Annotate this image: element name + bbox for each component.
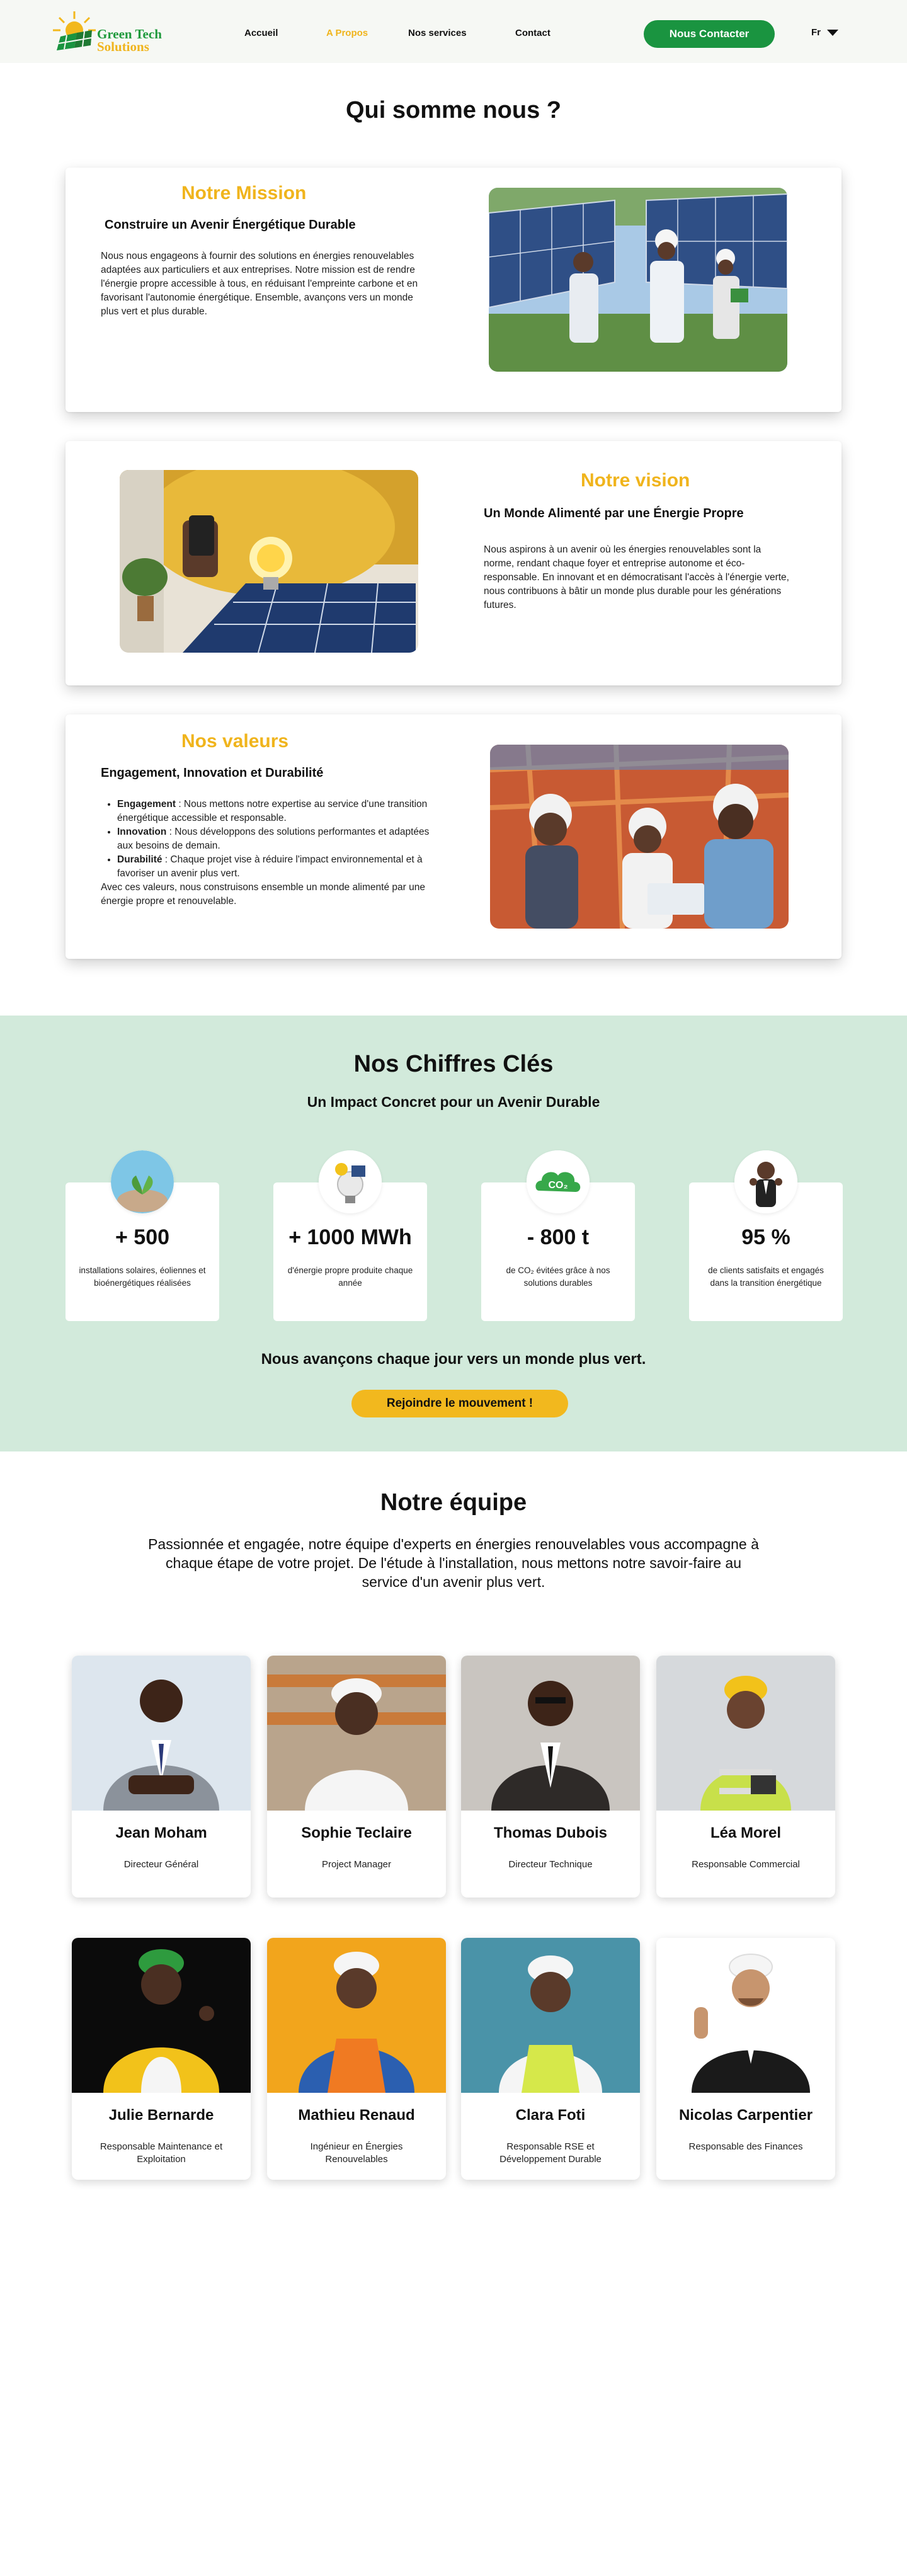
values-card: Nos valeurs Engagement, Innovation et Du…	[66, 714, 841, 959]
stat-description: de clients satisfaits et engagés dans la…	[708, 1266, 824, 1288]
stat-value: 95 %	[741, 1225, 790, 1249]
language-label: Fr	[811, 27, 821, 38]
member-name: Léa Morel	[710, 1824, 782, 1841]
member-role: Responsable Commercial	[692, 1859, 800, 1870]
values-subheading: Engagement, Innovation et Durabilité	[101, 766, 324, 780]
value-item: Innovation : Nous développons des soluti…	[117, 825, 447, 853]
member-role: Project Manager	[321, 1859, 392, 1870]
stat-description: d'énergie propre produite chaque année	[287, 1266, 413, 1288]
team-member-card[interactable]: Léa Morel Responsable Commercial	[656, 1656, 835, 1898]
member-role: Directeur Général	[123, 1859, 199, 1870]
vision-text: Nous aspirons à un avenir où les énergie…	[484, 544, 789, 610]
mission-heading: Notre Mission	[181, 183, 307, 203]
team-member-card[interactable]: Sophie Teclaire Project Manager	[267, 1656, 446, 1898]
logo-line-2: Solutions	[97, 39, 149, 54]
page-title: Qui somme nous ?	[345, 97, 562, 123]
member-photo	[267, 1656, 446, 1811]
team-member-card[interactable]: Julie Bernarde Responsable Maintenance e…	[72, 1938, 251, 2180]
member-role: Ingénieur en Énergies Renouvelables	[310, 2141, 403, 2165]
member-name: Clara Foti	[515, 2107, 586, 2124]
member-role: Directeur Technique	[508, 1859, 593, 1870]
nav-a-propos[interactable]: A Propos	[326, 28, 368, 38]
logo-line-1: Green Tech	[97, 26, 162, 42]
member-photo	[461, 1938, 640, 2093]
values-list-block: Engagement : Nous mettons notre expertis…	[101, 798, 447, 908]
mission-text: Nous nous engageons à fournir des soluti…	[101, 251, 418, 317]
bulb-solar-image	[120, 470, 418, 653]
member-name: Nicolas Carpentier	[678, 2107, 813, 2124]
team-member-card[interactable]: Thomas Dubois Directeur Technique	[461, 1656, 640, 1898]
stats-tagline: Nous avançons chaque jour vers un monde …	[261, 1351, 646, 1368]
value-item: Durabilité : Chaque projet vise à réduir…	[117, 853, 447, 881]
values-heading: Nos valeurs	[181, 731, 289, 752]
mission-photo	[489, 188, 787, 372]
vision-subheading: Un Monde Alimenté par une Énergie Propre	[484, 507, 744, 520]
solar-bulb-icon	[319, 1150, 382, 1213]
nav-accueil[interactable]: Accueil	[244, 28, 278, 38]
member-role: Responsable des Finances	[688, 2141, 803, 2152]
mission-subheading: Construire un Avenir Énergétique Durable	[105, 218, 356, 232]
member-photo	[267, 1938, 446, 2093]
value-item: Engagement : Nous mettons notre expertis…	[117, 798, 447, 825]
member-photo	[72, 1656, 251, 1811]
values-photo	[490, 745, 789, 929]
member-name: Sophie Teclaire	[301, 1824, 412, 1841]
vision-card: Notre vision Un Monde Alimenté par une É…	[66, 441, 841, 685]
site-header: Green Tech Solutions Accueil A Propos No…	[0, 0, 907, 63]
vision-photo	[120, 470, 418, 653]
member-role: Responsable RSE et Développement Durable	[499, 2141, 602, 2165]
member-photo	[656, 1938, 835, 2093]
team-member-card[interactable]: Mathieu Renaud Ingénieur en Énergies Ren…	[267, 1938, 446, 2180]
stat-description: installations solaires, éoliennes et bio…	[79, 1266, 206, 1288]
stat-value: + 1000 MWh	[288, 1225, 412, 1249]
values-list: Engagement : Nous mettons notre expertis…	[101, 798, 447, 881]
member-photo	[656, 1656, 835, 1811]
team-member-card[interactable]: Clara Foti Responsable RSE et Développem…	[461, 1938, 640, 2180]
stat-description: de CO₂ évitées grâce à nos solutions dur…	[506, 1266, 610, 1288]
team-intro: Passionnée et engagée, notre équipe d'ex…	[148, 1536, 759, 1590]
co2-cloud-icon: CO₂	[527, 1150, 590, 1213]
stats-subtitle: Un Impact Concret pour un Avenir Durable	[307, 1094, 600, 1110]
member-name: Julie Bernarde	[108, 2107, 214, 2124]
member-name: Mathieu Renaud	[298, 2107, 415, 2124]
logo[interactable]: Green Tech Solutions	[52, 9, 171, 54]
stats-title: Nos Chiffres Clés	[353, 1051, 554, 1077]
globe-plant-icon	[111, 1150, 174, 1213]
chevron-down-icon	[827, 29, 838, 36]
join-movement-button[interactable]: Rejoindre le mouvement !	[351, 1390, 568, 1417]
team-member-card[interactable]: Nicolas Carpentier Responsable des Finan…	[656, 1938, 835, 2180]
svg-text:CO₂: CO₂	[548, 1180, 568, 1191]
team-member-card[interactable]: Jean Moham Directeur Général	[72, 1656, 251, 1898]
engineers-team-image	[490, 745, 789, 929]
stat-value: + 500	[115, 1225, 170, 1249]
thumbs-up-person-icon	[734, 1150, 797, 1213]
values-closing: Avec ces valeurs, nous construisons ense…	[101, 882, 425, 907]
stat-value: - 800 t	[527, 1225, 590, 1249]
team-title: Notre équipe	[380, 1489, 527, 1516]
member-role: Responsable Maintenance et Exploitation	[100, 2141, 223, 2165]
contact-button[interactable]: Nous Contacter	[644, 20, 775, 48]
language-selector[interactable]: Fr	[811, 27, 838, 38]
nav-contact[interactable]: Contact	[515, 28, 550, 38]
member-photo	[72, 1938, 251, 2093]
mission-card: Notre Mission Construire un Avenir Énerg…	[66, 168, 841, 412]
vision-heading: Notre vision	[581, 470, 690, 491]
member-photo	[461, 1656, 640, 1811]
solar-field-image	[489, 188, 787, 372]
member-name: Thomas Dubois	[493, 1824, 607, 1841]
nav-nos-services[interactable]: Nos services	[408, 28, 467, 38]
member-name: Jean Moham	[115, 1824, 207, 1841]
sun-solar-logo-icon	[53, 11, 96, 50]
